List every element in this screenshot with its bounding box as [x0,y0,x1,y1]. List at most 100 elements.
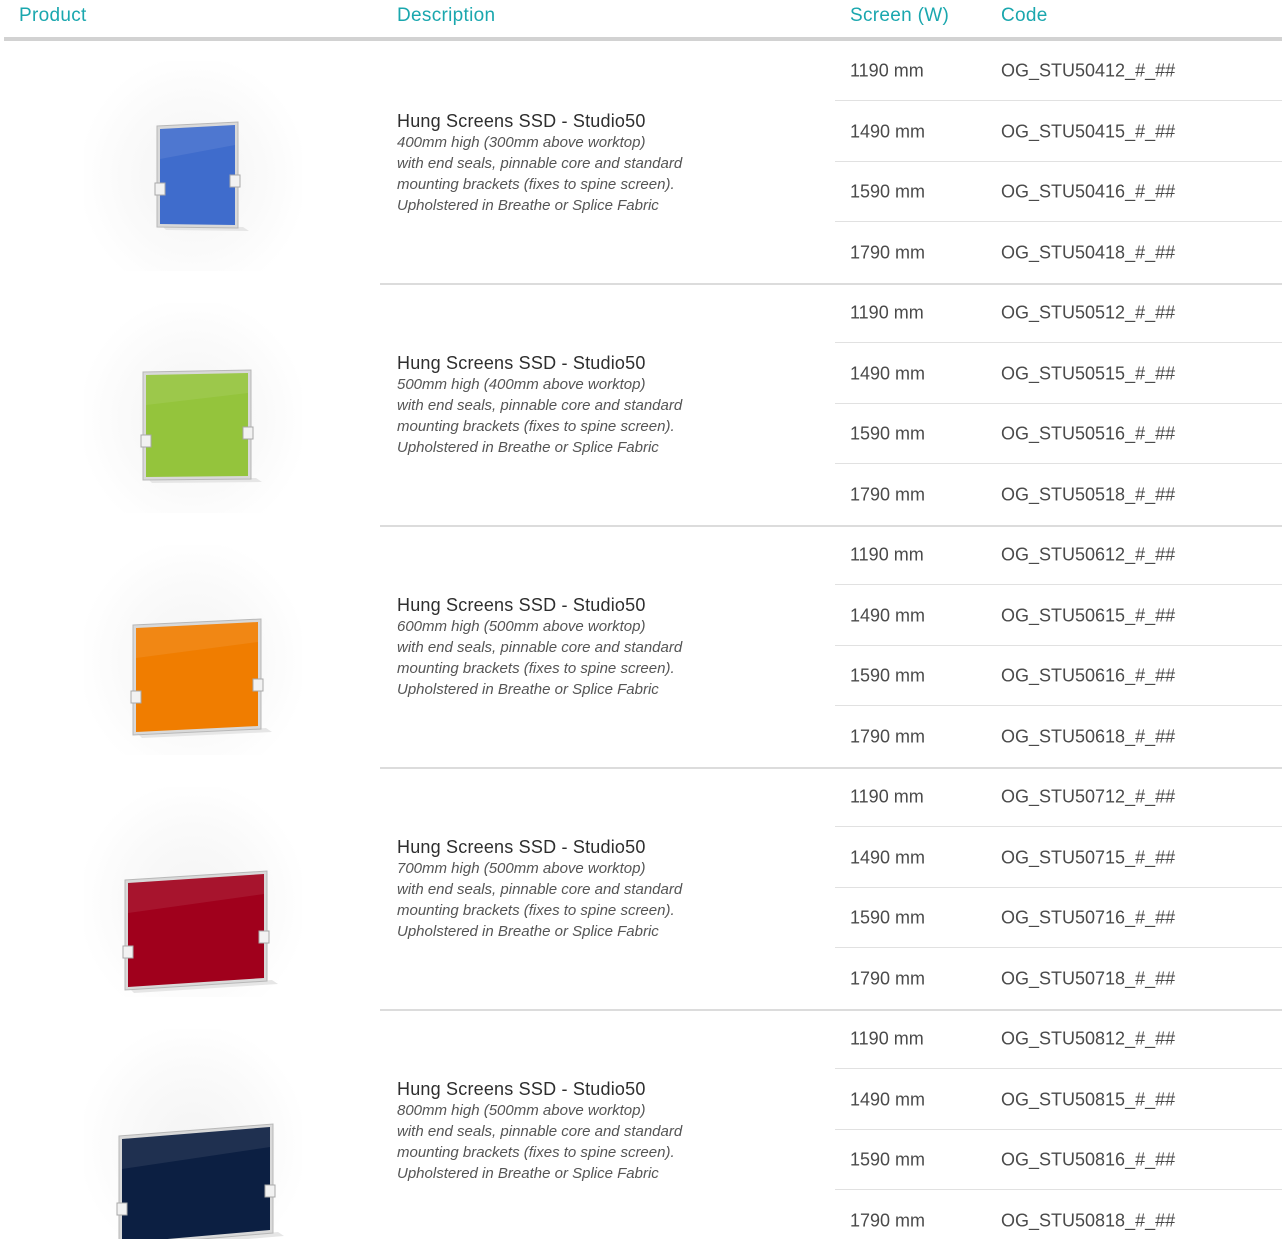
product-group: Hung Screens SSD - Studio50 400mm high (3… [0,41,1282,283]
table-row: 1490 mm OG_STU50615_#_## [835,586,1282,646]
row-divider [835,100,1282,101]
screen-panel-illustration [122,870,278,993]
product-code-cell: OG_STU50618_#_## [1001,726,1176,747]
row-divider [835,1189,1282,1190]
table-row: 1790 mm OG_STU50718_#_## [835,949,1282,1009]
description-line: 400mm high (300mm above worktop) [397,134,646,151]
left-bracket [154,182,166,196]
product-code-cell: OG_STU50716_#_## [1001,907,1176,928]
right-bracket [229,174,241,188]
column-header-description: Description [397,5,496,26]
description-line: Upholstered in Breathe or Splice Fabric [397,923,659,940]
screen-width-cell: 1490 mm [850,1089,926,1110]
screen-panel-illustration [140,369,262,483]
row-divider [835,342,1282,343]
product-code-cell: OG_STU50418_#_## [1001,242,1176,263]
screen-width-cell: 1490 mm [850,363,926,384]
product-group: Hung Screens SSD - Studio50 600mm high (5… [0,525,1282,767]
table-row: 1790 mm OG_STU50418_#_## [835,223,1282,283]
description-line: mounting brackets (fixes to spine screen… [397,902,675,919]
product-code-cell: OG_STU50812_#_## [1001,1028,1176,1049]
right-bracket [252,678,264,692]
column-header-code: Code [1001,5,1048,26]
product-description: Hung Screens SSD - Studio50 500mm high (4… [397,352,777,458]
product-description: Hung Screens SSD - Studio50 700mm high (5… [397,836,777,942]
screen-width-cell: 1790 mm [850,1210,926,1231]
screen-width-cell: 1590 mm [850,665,926,686]
description-line: Upholstered in Breathe or Splice Fabric [397,439,659,456]
product-code-cell: OG_STU50515_#_## [1001,363,1176,384]
product-image [84,545,302,755]
product-image [84,1029,302,1239]
product-group: Hung Screens SSD - Studio50 800mm high (5… [0,1009,1282,1251]
description-line: 600mm high (500mm above worktop) [397,618,646,635]
column-header-screen-width: Screen (W) [850,5,950,26]
row-divider [835,463,1282,464]
product-description: Hung Screens SSD - Studio50 800mm high (5… [397,1078,777,1184]
table-header: Product Description Screen (W) Code [0,0,1282,41]
table-row: 1490 mm OG_STU50715_#_## [835,828,1282,888]
right-bracket [258,930,270,944]
product-title: Hung Screens SSD - Studio50 [397,595,646,615]
screen-width-cell: 1190 mm [850,1028,924,1049]
description-line: with end seals, pinnable core and standa… [397,397,683,414]
product-code-cell: OG_STU50818_#_## [1001,1210,1176,1231]
column-header-product: Product [19,5,87,26]
product-code-cell: OG_STU50816_#_## [1001,1149,1176,1170]
description-line: Upholstered in Breathe or Splice Fabric [397,1165,659,1182]
screen-panel-illustration [116,1123,284,1239]
screen-width-cell: 1490 mm [850,605,926,626]
left-bracket [140,434,152,448]
product-code-cell: OG_STU50718_#_## [1001,968,1176,989]
left-bracket [130,690,142,704]
screen-width-cell: 1790 mm [850,484,926,505]
product-code-cell: OG_STU50616_#_## [1001,665,1176,686]
product-image [84,787,302,997]
description-line: mounting brackets (fixes to spine screen… [397,418,675,435]
screen-width-cell: 1490 mm [850,847,926,868]
screen-width-cell: 1590 mm [850,181,926,202]
product-title: Hung Screens SSD - Studio50 [397,1079,646,1099]
screen-width-cell: 1190 mm [850,786,924,807]
table-row: 1790 mm OG_STU50618_#_## [835,707,1282,767]
product-code-cell: OG_STU50516_#_## [1001,423,1176,444]
table-row: 1190 mm OG_STU50512_#_## [835,283,1282,343]
description-line: with end seals, pinnable core and standa… [397,155,683,172]
screen-width-cell: 1790 mm [850,726,926,747]
product-code-cell: OG_STU50715_#_## [1001,847,1176,868]
table-row: 1190 mm OG_STU50712_#_## [835,767,1282,827]
screen-width-cell: 1590 mm [850,1149,926,1170]
table-row: 1790 mm OG_STU50518_#_## [835,465,1282,525]
description-line: 500mm high (400mm above worktop) [397,376,646,393]
left-bracket [122,945,134,959]
screen-width-cell: 1190 mm [850,60,924,81]
row-divider [835,705,1282,706]
product-code-cell: OG_STU50615_#_## [1001,605,1176,626]
table-row: 1190 mm OG_STU50412_#_## [835,41,1282,101]
table-row: 1590 mm OG_STU50816_#_## [835,1130,1282,1190]
table-row: 1590 mm OG_STU50516_#_## [835,404,1282,464]
description-line: mounting brackets (fixes to spine screen… [397,1144,675,1161]
product-code-cell: OG_STU50412_#_## [1001,60,1176,81]
screen-panel-illustration [130,618,272,738]
product-image [84,303,302,513]
description-line: with end seals, pinnable core and standa… [397,881,683,898]
description-line: with end seals, pinnable core and standa… [397,639,683,656]
table-row: 1590 mm OG_STU50616_#_## [835,646,1282,706]
description-line: mounting brackets (fixes to spine screen… [397,660,675,677]
screen-width-cell: 1790 mm [850,242,926,263]
row-divider [835,1068,1282,1069]
description-line: Upholstered in Breathe or Splice Fabric [397,681,659,698]
product-title: Hung Screens SSD - Studio50 [397,353,646,373]
description-line: with end seals, pinnable core and standa… [397,1123,683,1140]
screen-width-cell: 1590 mm [850,423,926,444]
screen-panel-illustration [154,121,249,231]
product-code-cell: OG_STU50518_#_## [1001,484,1176,505]
screen-width-cell: 1490 mm [850,121,926,142]
product-code-cell: OG_STU50712_#_## [1001,786,1176,807]
description-line: mounting brackets (fixes to spine screen… [397,176,675,193]
row-divider [835,826,1282,827]
left-bracket [116,1202,128,1216]
description-line: Upholstered in Breathe or Splice Fabric [397,197,659,214]
screen-width-cell: 1190 mm [850,544,924,565]
